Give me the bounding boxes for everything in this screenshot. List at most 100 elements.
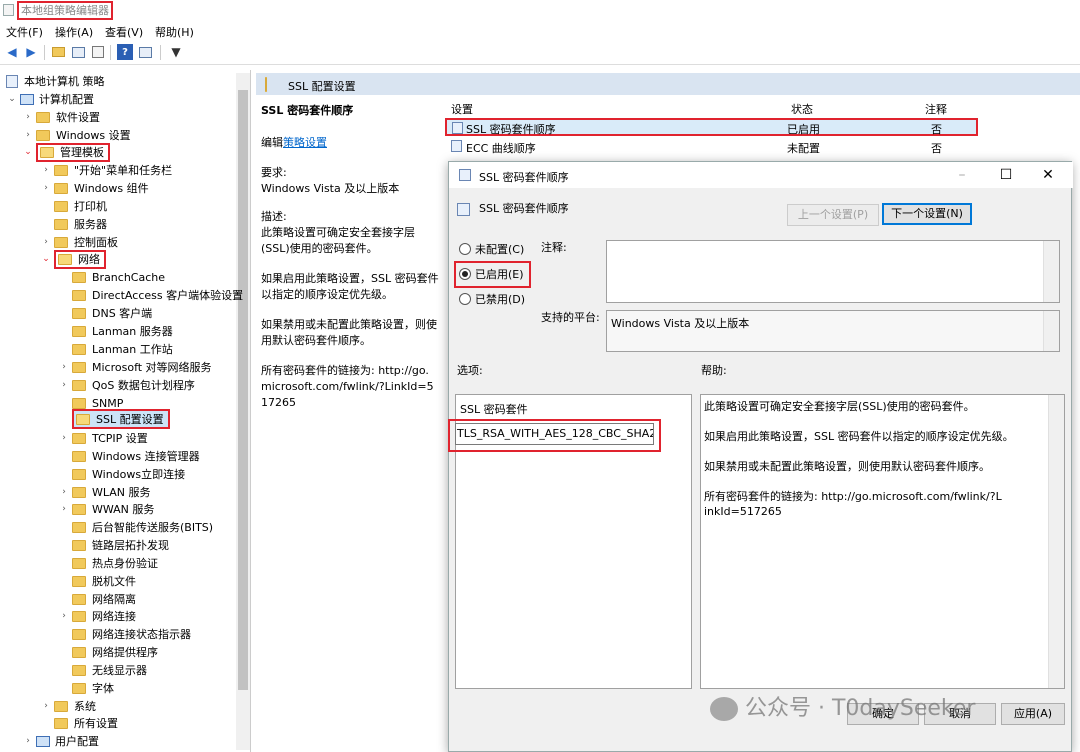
tree-network[interactable]: ⌄ 网络 bbox=[40, 249, 106, 269]
tree-user-config[interactable]: › 用户配置 bbox=[22, 732, 99, 750]
tree-wireless-display[interactable]: 无线显示器 bbox=[58, 661, 147, 679]
radio-not-configured[interactable]: 未配置(C) bbox=[459, 241, 524, 257]
folder-open-icon bbox=[58, 253, 72, 265]
chevron-down-icon[interactable]: ⌄ bbox=[6, 94, 18, 104]
tree-root[interactable]: 本地计算机 策略 bbox=[6, 72, 105, 90]
supported-platform-box: Windows Vista 及以上版本 bbox=[606, 310, 1060, 352]
tree-admin-templates[interactable]: ⌄ 管理模板 bbox=[22, 142, 110, 162]
edit-policy-link[interactable]: 策略设置 bbox=[283, 136, 327, 149]
tree-printers[interactable]: 打印机 bbox=[40, 197, 107, 215]
tree-windows-settings[interactable]: › Windows 设置 bbox=[22, 126, 130, 144]
menu-help[interactable]: 帮助(H) bbox=[155, 24, 194, 40]
chevron-right-icon[interactable]: › bbox=[22, 112, 34, 122]
tree-windows-components[interactable]: › Windows 组件 bbox=[40, 179, 148, 197]
close-button[interactable]: ✕ bbox=[1033, 165, 1063, 185]
cipher-suite-label: SSL 密码套件 bbox=[460, 403, 528, 416]
column-state[interactable]: 状态 bbox=[791, 101, 813, 117]
requirements-value: Windows Vista 及以上版本 bbox=[261, 182, 400, 195]
column-comment[interactable]: 注释 bbox=[925, 101, 947, 117]
chevron-right-icon[interactable]: › bbox=[40, 237, 52, 247]
tree-network-isolation[interactable]: 网络隔离 bbox=[58, 590, 136, 608]
chevron-right-icon[interactable]: › bbox=[40, 165, 52, 175]
help-icon[interactable]: ? bbox=[117, 44, 133, 60]
show-hide-tree-icon[interactable] bbox=[70, 44, 86, 60]
cipher-suite-input[interactable]: TLS_RSA_WITH_AES_128_CBC_SHA256 bbox=[455, 423, 654, 445]
tree-network-provider[interactable]: 网络提供程序 bbox=[58, 643, 158, 661]
tree-windows-connect-now[interactable]: Windows立即连接 bbox=[58, 465, 185, 483]
chevron-right-icon[interactable]: › bbox=[58, 611, 70, 621]
back-icon[interactable]: ◀ bbox=[4, 44, 20, 60]
tree-ssl-config[interactable]: SSL 配置设置 bbox=[58, 409, 170, 429]
tree-control-panel[interactable]: › 控制面板 bbox=[40, 233, 118, 251]
tree-ms-peer-networking[interactable]: › Microsoft 对等网络服务 bbox=[58, 358, 211, 376]
chevron-down-icon[interactable]: ⌄ bbox=[40, 254, 52, 264]
menu-view[interactable]: 查看(V) bbox=[105, 24, 143, 40]
tree-qos[interactable]: › QoS 数据包计划程序 bbox=[58, 376, 195, 394]
maximize-button[interactable]: ☐ bbox=[991, 165, 1021, 185]
tree-ncsi[interactable]: 网络连接状态指示器 bbox=[58, 625, 191, 643]
tree-offline-files[interactable]: 脱机文件 bbox=[58, 572, 136, 590]
tree-server[interactable]: 服务器 bbox=[40, 215, 107, 233]
radio-disabled[interactable]: 已禁用(D) bbox=[459, 291, 525, 307]
tree-lanman-server[interactable]: Lanman 服务器 bbox=[58, 322, 173, 340]
chevron-right-icon[interactable]: › bbox=[58, 433, 70, 443]
folder-icon bbox=[72, 325, 86, 337]
comment-scrollbar[interactable] bbox=[1043, 241, 1059, 302]
list-row-ecc-curve-order[interactable]: ECC 曲线顺序 未配置 否 bbox=[445, 137, 1025, 155]
radio-icon bbox=[459, 293, 471, 305]
chevron-right-icon[interactable]: › bbox=[58, 362, 70, 372]
tree-hotspot-auth[interactable]: 热点身份验证 bbox=[58, 554, 158, 572]
folder-icon bbox=[36, 111, 50, 123]
help-text-3: 如果禁用或未配置此策略设置，则使用默认密码套件顺序。 bbox=[704, 460, 990, 473]
toolbar: ◀ ▶ ? ▼ bbox=[0, 41, 1080, 65]
chevron-right-icon[interactable]: › bbox=[40, 183, 52, 193]
list-row-ssl-cipher-order[interactable]: SSL 密码套件顺序 已启用 否 bbox=[445, 118, 978, 136]
radio-enabled[interactable]: 已启用(E) bbox=[459, 266, 524, 282]
folder-icon bbox=[72, 593, 86, 605]
next-setting-button[interactable]: 下一个设置(N) bbox=[882, 203, 972, 225]
tree-lanman-workstation[interactable]: Lanman 工作站 bbox=[58, 340, 173, 358]
tree-software-settings[interactable]: › 软件设置 bbox=[22, 108, 100, 126]
tree-computer-config[interactable]: ⌄ 计算机配置 bbox=[6, 90, 94, 108]
help-scrollbar[interactable] bbox=[1048, 395, 1064, 688]
tree-lltd[interactable]: 链路层拓扑发现 bbox=[58, 536, 169, 554]
tree-directaccess[interactable]: DirectAccess 客户端体验设置 bbox=[58, 286, 243, 304]
tree-start-menu[interactable]: › "开始"菜单和任务栏 bbox=[40, 161, 172, 179]
chevron-right-icon[interactable]: › bbox=[22, 130, 34, 140]
minimize-button[interactable]: – bbox=[947, 165, 977, 185]
column-setting[interactable]: 设置 bbox=[451, 101, 473, 117]
chevron-right-icon[interactable]: › bbox=[22, 736, 34, 746]
comment-textarea[interactable] bbox=[606, 240, 1060, 303]
platform-scrollbar[interactable] bbox=[1043, 311, 1059, 351]
tree-windows-conn-mgr[interactable]: Windows 连接管理器 bbox=[58, 447, 200, 465]
forward-icon[interactable]: ▶ bbox=[23, 44, 39, 60]
tree-system[interactable]: › 系统 bbox=[40, 697, 96, 715]
computer-icon bbox=[20, 93, 34, 105]
chevron-right-icon[interactable]: › bbox=[58, 504, 70, 514]
up-folder-icon[interactable] bbox=[50, 44, 66, 60]
apply-button[interactable]: 应用(A) bbox=[1001, 703, 1065, 725]
tree-all-settings[interactable]: 所有设置 bbox=[40, 714, 118, 732]
tree-scrollbar-thumb[interactable] bbox=[238, 90, 248, 690]
view-icon[interactable] bbox=[137, 44, 153, 60]
folder-open-icon bbox=[265, 77, 267, 92]
tree-bits[interactable]: 后台智能传送服务(BITS) bbox=[58, 518, 213, 536]
prev-setting-button[interactable]: 上一个设置(P) bbox=[787, 204, 879, 226]
chevron-right-icon[interactable]: › bbox=[58, 487, 70, 497]
chevron-right-icon[interactable]: › bbox=[40, 701, 52, 711]
tree-network-connections[interactable]: › 网络连接 bbox=[58, 607, 136, 625]
tree-fonts[interactable]: 字体 bbox=[58, 679, 114, 697]
tree-branchcache[interactable]: BranchCache bbox=[58, 268, 165, 286]
tree-dns-client[interactable]: DNS 客户端 bbox=[58, 304, 152, 322]
chevron-right-icon[interactable]: › bbox=[58, 380, 70, 390]
tree-wlan[interactable]: › WLAN 服务 bbox=[58, 483, 150, 501]
chevron-down-icon[interactable]: ⌄ bbox=[22, 147, 34, 157]
tree-tcpip[interactable]: › TCPIP 设置 bbox=[58, 429, 148, 447]
menu-file[interactable]: 文件(F) bbox=[6, 24, 43, 40]
menu-action[interactable]: 操作(A) bbox=[55, 24, 93, 40]
properties-icon[interactable] bbox=[90, 44, 106, 60]
folder-icon bbox=[72, 343, 86, 355]
tree-wwan[interactable]: › WWAN 服务 bbox=[58, 500, 154, 518]
filter-icon[interactable]: ▼ bbox=[168, 44, 184, 60]
options-panel: SSL 密码套件 TLS_RSA_WITH_AES_128_CBC_SHA256 bbox=[448, 394, 692, 689]
